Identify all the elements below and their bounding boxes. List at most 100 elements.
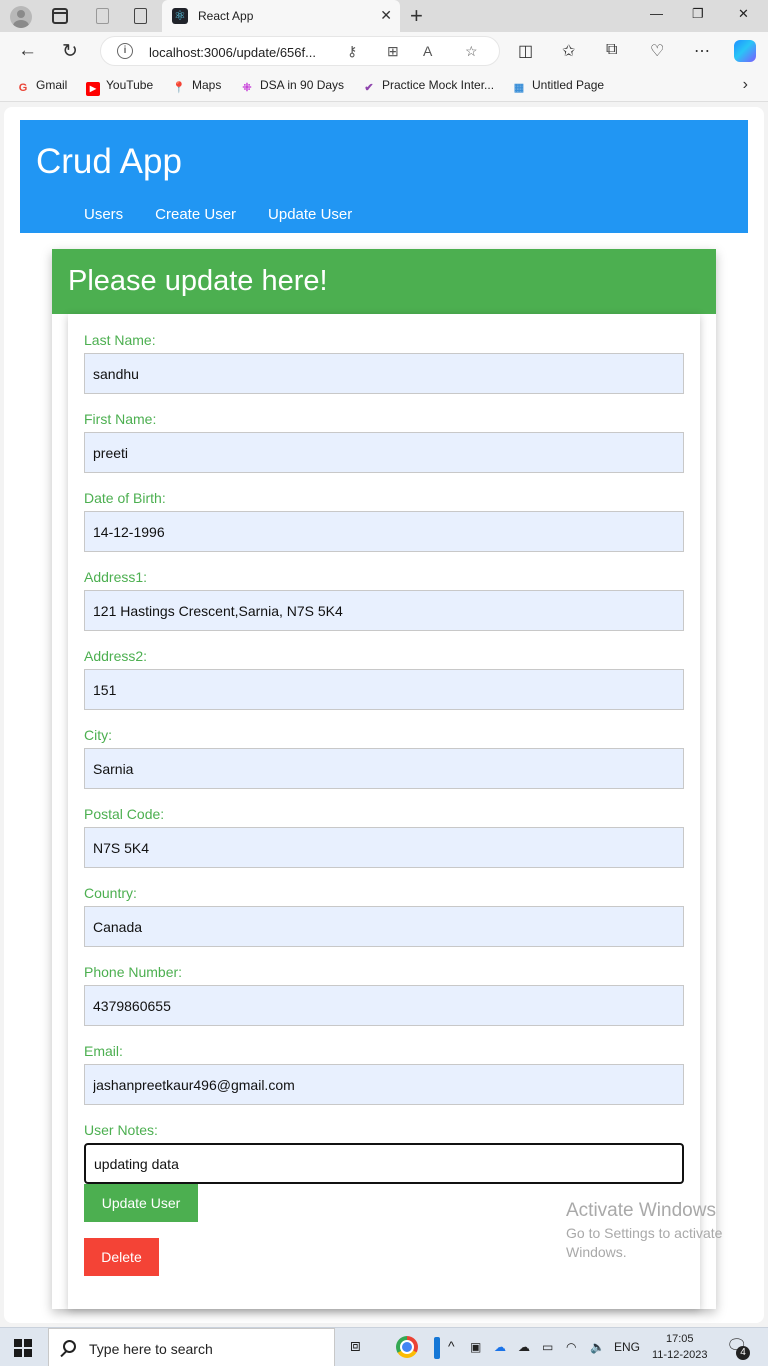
collections-icon[interactable]: ⧉ (606, 41, 617, 59)
battery-icon[interactable]: ▭ (542, 1340, 553, 1354)
new-tab-icon[interactable]: + (410, 3, 423, 29)
form-body: Last Name: First Name: Date of Birth: Ad… (68, 314, 700, 1309)
address-bar: ← ↻ i localhost:3006/update/656f... ⚷ ⊞ … (0, 32, 768, 70)
profile-avatar-icon[interactable] (10, 6, 32, 28)
field-label: Postal Code: (84, 806, 165, 822)
windows-taskbar: Type here to search ⧈ ^ ▣ ☁ ☁ ▭ ◠ 🔈 ENG … (0, 1327, 768, 1366)
split-screen-icon[interactable]: ◫ (518, 41, 533, 61)
url-field[interactable]: i localhost:3006/update/656f... ⚷ ⊞ A ☆ (100, 36, 500, 66)
first-name-input[interactable] (84, 432, 684, 473)
bookmark-gmail[interactable]: G Gmail (16, 78, 68, 95)
nav-link-users[interactable]: Users (84, 206, 123, 223)
favorites-icon[interactable]: ✩ (562, 41, 575, 61)
address2-input[interactable] (84, 669, 684, 710)
nav-link-create-user[interactable]: Create User (155, 206, 236, 223)
app-title: Crud App (36, 142, 182, 181)
chevron-up-icon[interactable]: ^ (448, 1338, 455, 1354)
user-notes-input[interactable] (84, 1143, 684, 1184)
onedrive-icon[interactable]: ☁ (494, 1340, 506, 1354)
activate-windows-watermark: Activate Windows Go to Settings to activ… (566, 1200, 722, 1262)
gmail-icon: G (18, 82, 28, 94)
active-tab[interactable]: ⚛ React App ✕ (162, 0, 400, 32)
address1-input[interactable] (84, 590, 684, 631)
last-name-input[interactable] (84, 353, 684, 394)
field-date-of-birth: Date of Birth: (84, 490, 684, 552)
wifi-icon[interactable]: ◠ (566, 1340, 576, 1354)
chevron-right-icon[interactable]: › (743, 76, 748, 94)
field-label: City: (84, 727, 112, 743)
inactive-tab-page-icon[interactable] (134, 8, 147, 24)
field-country: Country: (84, 885, 684, 947)
field-city: City: (84, 727, 684, 789)
close-window-icon[interactable]: ✕ (738, 6, 749, 22)
field-address2: Address2: (84, 648, 684, 710)
update-user-button[interactable]: Update User (84, 1184, 198, 1222)
search-icon (63, 1340, 76, 1353)
country-input[interactable] (84, 906, 684, 947)
app-header: Crud App Users Create User Update User (20, 120, 748, 233)
taskbar-search-box[interactable]: Type here to search (48, 1328, 335, 1366)
city-input[interactable] (84, 748, 684, 789)
dsa-icon: ⁜ (242, 82, 252, 94)
delete-button[interactable]: Delete (84, 1238, 159, 1276)
chrome-icon[interactable] (396, 1336, 418, 1358)
field-label: Address2: (84, 648, 148, 664)
site-info-icon[interactable]: i (117, 43, 133, 59)
workspaces-icon[interactable] (52, 8, 68, 24)
bookmark-practice-mock[interactable]: ✔ Practice Mock Inter... (362, 78, 494, 95)
bookmark-dsa[interactable]: ⁜ DSA in 90 Days (240, 78, 344, 95)
field-label: Date of Birth: (84, 490, 166, 506)
email-input[interactable] (84, 1064, 684, 1105)
field-label: User Notes: (84, 1122, 158, 1138)
bookmark-maps[interactable]: 📍 Maps (172, 78, 221, 95)
device-icon[interactable]: ▣ (470, 1340, 481, 1354)
task-view-icon[interactable]: ⧈ (350, 1336, 361, 1356)
refresh-icon[interactable]: ↻ (62, 40, 78, 63)
browser-essentials-icon[interactable]: ♡ (650, 41, 664, 61)
date-of-birth-input[interactable] (84, 511, 684, 552)
url-text[interactable]: localhost:3006/update/656f... (149, 45, 316, 60)
phone-number-input[interactable] (84, 985, 684, 1026)
apps-icon[interactable]: ⊞ (387, 43, 399, 60)
nav-link-update-user[interactable]: Update User (268, 206, 352, 223)
windows-start-icon[interactable] (14, 1339, 32, 1357)
youtube-icon: ▶ (86, 82, 100, 96)
minimize-icon[interactable]: — (650, 6, 663, 21)
clock[interactable]: 17:05 11-12-2023 (652, 1331, 707, 1363)
update-form-card: Please update here! Last Name: First Nam… (52, 249, 716, 1309)
field-label: Phone Number: (84, 964, 183, 980)
clock-date: 11-12-2023 (652, 1349, 708, 1361)
more-menu-icon[interactable]: ⋯ (694, 41, 710, 61)
inactive-tab-page-icon[interactable] (96, 8, 109, 24)
bookmark-youtube[interactable]: ▶ YouTube (86, 78, 153, 96)
field-first-name: First Name: (84, 411, 684, 473)
field-label: Country: (84, 885, 137, 901)
field-label: First Name: (84, 411, 157, 427)
page-body: Crud App Users Create User Update User P… (4, 107, 764, 1323)
bookmarks-bar: G Gmail ▶ YouTube 📍 Maps ⁜ DSA in 90 Days ✔ P… (0, 70, 768, 102)
react-icon: ⚛ (172, 8, 188, 24)
field-label: Email: (84, 1043, 123, 1059)
card-header: Please update here! (52, 249, 716, 314)
favorite-star-icon[interactable]: ☆ (465, 43, 478, 60)
copilot-icon[interactable] (734, 40, 756, 62)
tab-title: React App (198, 9, 254, 23)
language-indicator[interactable]: ENG (614, 1340, 640, 1354)
edge-icon[interactable] (434, 1337, 440, 1359)
volume-icon[interactable]: 🔈 (590, 1340, 605, 1354)
notification-count-badge: 4 (736, 1346, 750, 1360)
field-phone-number: Phone Number: (84, 964, 684, 1026)
close-tab-icon[interactable]: ✕ (380, 7, 392, 24)
postal-code-input[interactable] (84, 827, 684, 868)
cloud-icon[interactable]: ☁ (518, 1340, 530, 1354)
field-user-notes: User Notes: (84, 1122, 684, 1184)
back-arrow-icon[interactable]: ← (18, 40, 37, 62)
key-icon[interactable]: ⚷ (347, 43, 357, 60)
restore-icon[interactable]: ❐ (692, 6, 704, 22)
field-last-name: Last Name: (84, 332, 684, 394)
field-postal-code: Postal Code: (84, 806, 684, 868)
watermark-title: Activate Windows (566, 1200, 716, 1221)
bookmark-untitled-page[interactable]: ▦ Untitled Page (512, 78, 604, 95)
read-aloud-icon[interactable]: A (423, 43, 432, 59)
field-email: Email: (84, 1043, 684, 1105)
